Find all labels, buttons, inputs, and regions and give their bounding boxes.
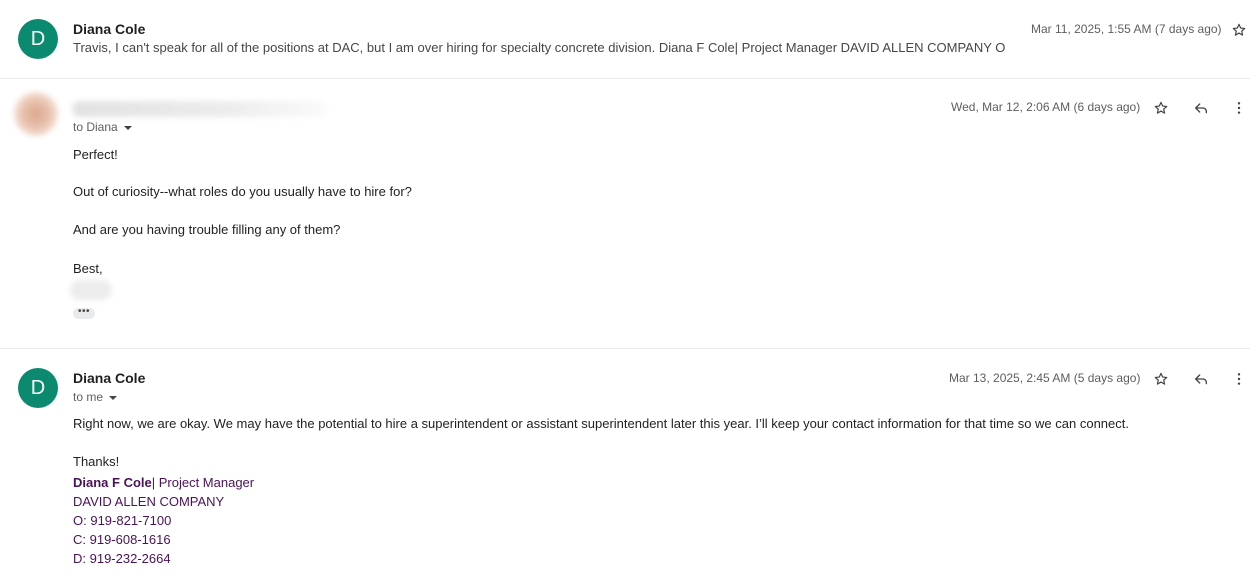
star-icon[interactable] — [1151, 98, 1171, 118]
body-line: Out of curiosity--what roles do you usua… — [73, 184, 412, 199]
message-date: Mar 13, 2025, 2:45 AM (5 days ago) — [949, 371, 1141, 385]
more-vert-icon[interactable] — [1229, 98, 1249, 118]
signature-cell-phone[interactable]: C: 919-608-1616 — [73, 532, 171, 547]
star-icon[interactable] — [1151, 369, 1171, 389]
reply-icon[interactable] — [1191, 98, 1211, 118]
body-line: And are you having trouble filling any o… — [73, 222, 341, 237]
signature-name: Diana F Cole — [73, 475, 152, 490]
message-expanded: D Diana Cole to me Mar 13, 2025, 2:45 AM… — [0, 349, 1250, 583]
more-vert-icon[interactable] — [1229, 369, 1249, 389]
message-date: Wed, Mar 12, 2:06 AM (6 days ago) — [951, 100, 1141, 114]
body-line: Thanks! — [73, 454, 120, 469]
avatar: D — [18, 368, 58, 408]
avatar: D — [18, 19, 58, 59]
signature-name-line: Diana F Cole| Project Manager — [73, 475, 254, 490]
body-line: Perfect! — [73, 147, 118, 162]
chevron-down-icon — [109, 395, 118, 400]
recipient-label: to Diana — [73, 120, 118, 134]
sender-name: Diana Cole — [73, 21, 146, 37]
chevron-down-icon — [123, 125, 132, 130]
recipient-label: to me — [73, 390, 104, 404]
signature-company: DAVID ALLEN COMPANY — [73, 494, 225, 509]
signature-direct-phone[interactable]: D: 919-232-2664 — [73, 551, 171, 566]
reply-icon[interactable] — [1191, 369, 1211, 389]
recipient-dropdown[interactable]: to me — [73, 390, 118, 404]
signature-office-phone[interactable]: O: 919-821-7100 — [73, 513, 171, 528]
sender-name: Diana Cole — [73, 370, 146, 386]
email-thread: D Diana Cole Travis, I can't speak for a… — [0, 0, 1258, 583]
message-snippet: Travis, I can't speak for all of the pos… — [73, 40, 1006, 55]
message-date: Mar 11, 2025, 1:55 AM (7 days ago) — [1031, 22, 1222, 36]
star-icon[interactable] — [1229, 20, 1249, 40]
redacted-signature — [70, 280, 112, 300]
message-expanded: to Diana Wed, Mar 12, 2:06 AM (6 days ag… — [0, 79, 1250, 349]
body-line: Right now, we are okay. We may have the … — [73, 416, 1129, 431]
recipient-dropdown[interactable]: to Diana — [73, 120, 132, 134]
redacted-sender-name — [72, 101, 327, 117]
show-trimmed-content-button[interactable]: ••• — [73, 307, 95, 319]
avatar — [14, 92, 58, 136]
message-collapsed[interactable]: D Diana Cole Travis, I can't speak for a… — [0, 0, 1250, 79]
signature-title: | Project Manager — [151, 475, 255, 490]
body-line: Best, — [73, 261, 103, 276]
